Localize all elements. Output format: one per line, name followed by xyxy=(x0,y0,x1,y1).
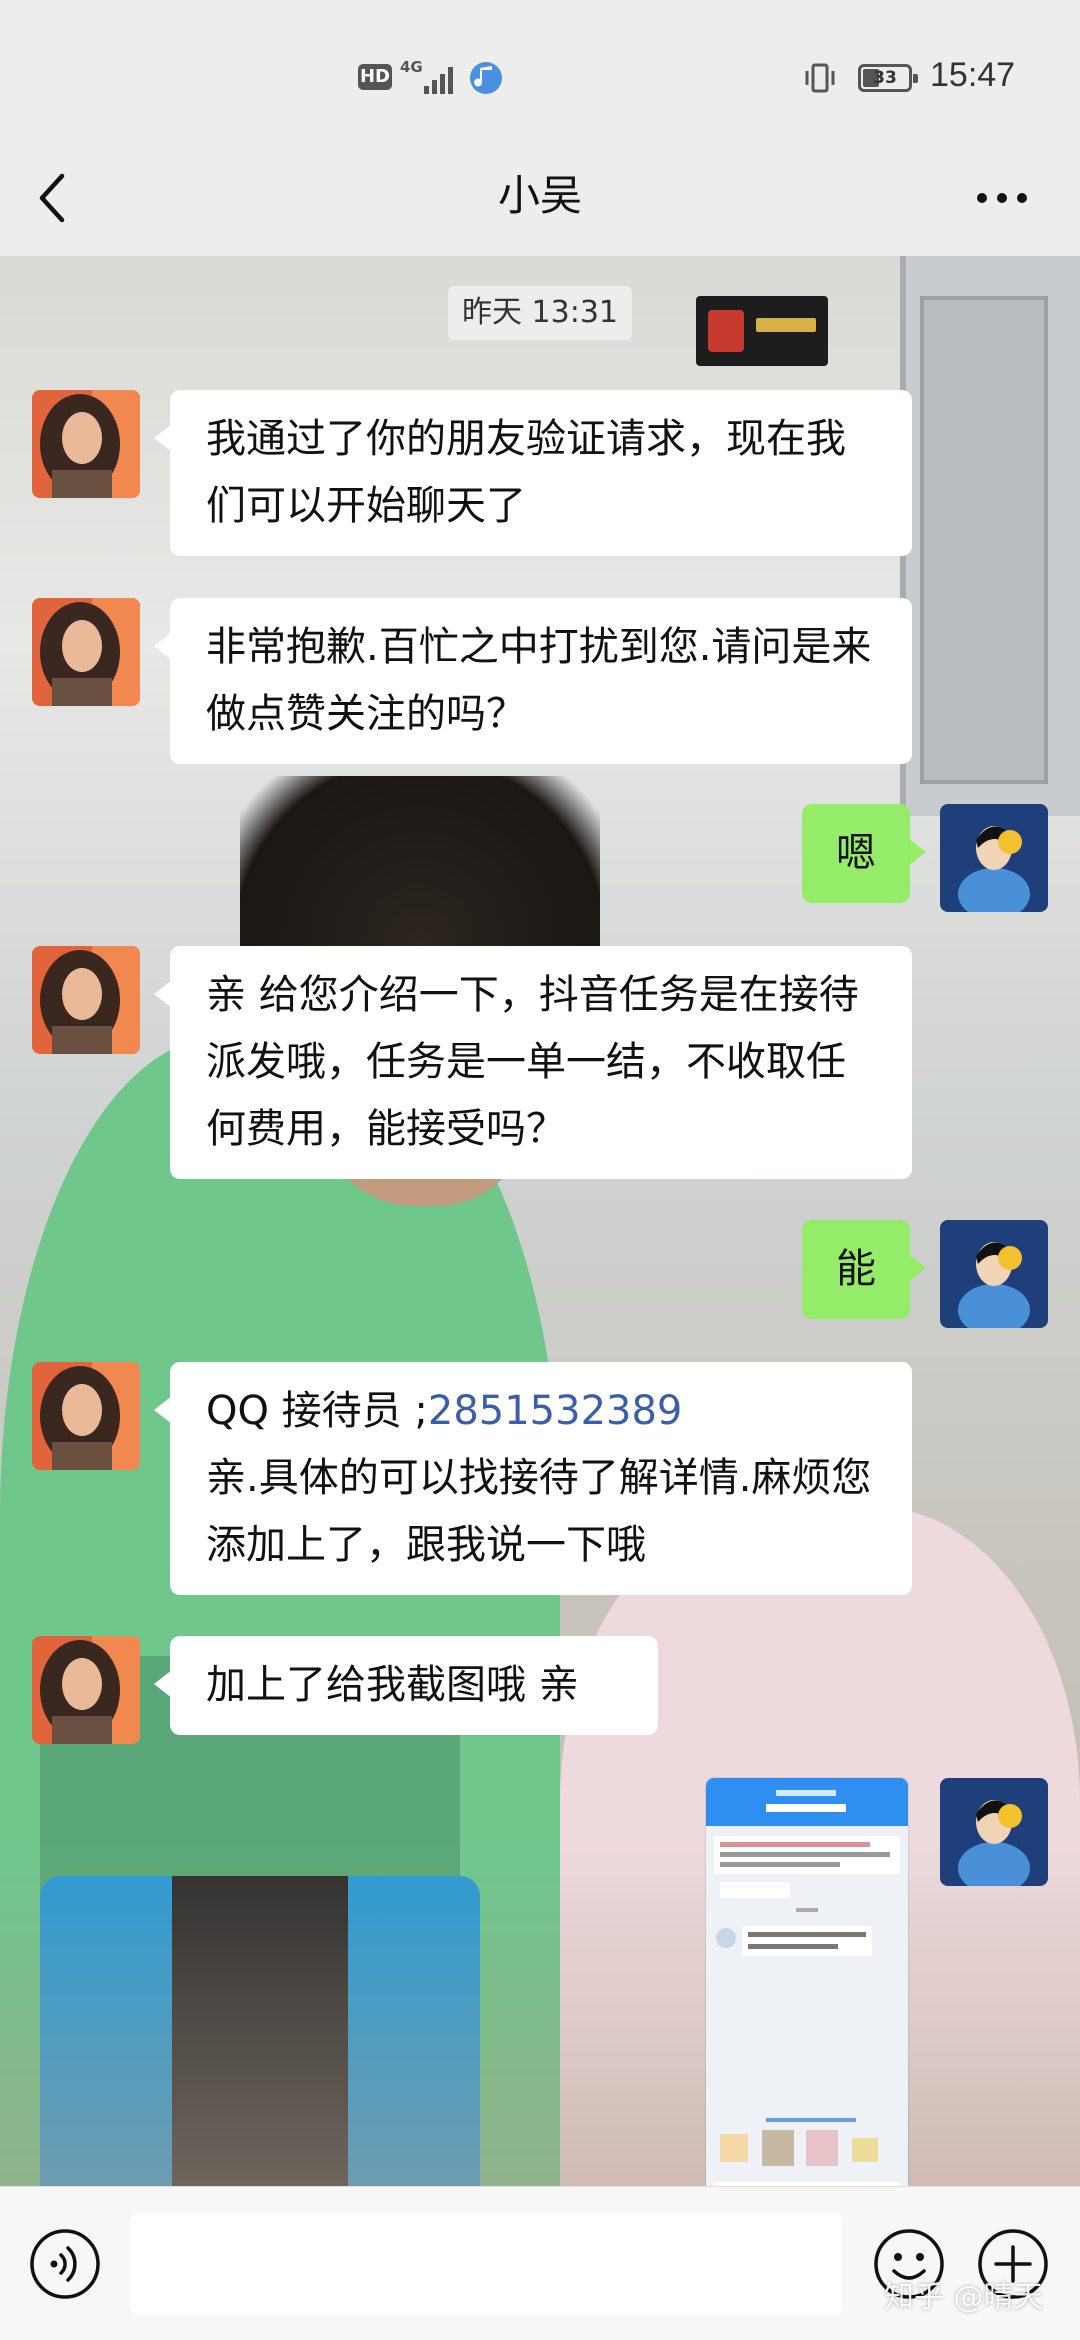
my-avatar[interactable] xyxy=(940,1778,1048,1886)
message-timestamp: 昨天 13:31 xyxy=(448,286,632,340)
message-bubble-sent[interactable]: 嗯 xyxy=(802,804,926,903)
message-bubble-received[interactable]: 加上了给我截图哦 亲 xyxy=(154,1636,658,1735)
my-avatar[interactable] xyxy=(940,1220,1048,1328)
more-dots-icon xyxy=(977,193,1027,203)
wechat-chat-screen: HD 4G 33 15:47 小吴 昨天 13:31 我通过了你的朋友验证请求，… xyxy=(0,0,1080,2340)
voice-button[interactable] xyxy=(28,2227,102,2301)
message-input[interactable] xyxy=(130,2213,842,2315)
message-bubble-received[interactable]: 非常抱歉.百忙之中打扰到您.请问是来做点赞关注的吗？ xyxy=(154,598,912,764)
message-text: 嗯 xyxy=(836,830,876,876)
hd-badge: HD xyxy=(358,64,392,90)
message-bubble-received[interactable]: 我通过了你的朋友验证请求，现在我们可以开始聊天了 xyxy=(154,390,912,556)
message-text: 加上了给我截图哦 亲 xyxy=(206,1662,579,1708)
chat-title: 小吴 xyxy=(497,171,582,220)
message-text: 亲 给您介绍一下，抖音任务是在接待派发哦，任务是一单一结，不收取任何费用，能接受… xyxy=(206,972,859,1152)
contact-avatar[interactable] xyxy=(32,946,140,1054)
input-bar xyxy=(0,2186,1080,2340)
signal-icon: 4G xyxy=(400,58,460,94)
music-app-icon xyxy=(468,60,504,96)
battery-icon: 33 xyxy=(858,64,918,92)
message-bubble-sent[interactable]: 能 xyxy=(802,1220,926,1319)
contact-avatar[interactable] xyxy=(32,598,140,706)
qq-label: QQ 接待员 ; xyxy=(206,1388,428,1434)
contact-avatar[interactable] xyxy=(32,1362,140,1470)
message-bubble-received[interactable]: 亲 给您介绍一下，抖音任务是在接待派发哦，任务是一单一结，不收取任何费用，能接受… xyxy=(154,946,912,1179)
message-text: 能 xyxy=(836,1246,876,1292)
clock: 15:47 xyxy=(930,56,1016,94)
vibrate-icon xyxy=(802,60,838,96)
qq-number-link[interactable]: 2851532389 xyxy=(428,1388,683,1434)
contact-avatar[interactable] xyxy=(32,1636,140,1744)
more-button[interactable] xyxy=(972,176,1032,220)
qq-contact-line: QQ 接待员 ;2851532389 xyxy=(206,1378,876,1445)
network-label: 4G xyxy=(400,58,423,76)
back-button[interactable] xyxy=(30,168,80,228)
background-floor xyxy=(0,1836,1080,2186)
background-restroom-sign xyxy=(696,296,828,366)
my-avatar[interactable] xyxy=(940,804,1048,912)
chat-message-list[interactable]: 昨天 13:31 我通过了你的朋友验证请求，现在我们可以开始聊天了 非常抱歉.百… xyxy=(0,256,1080,2186)
chat-header: 小吴 xyxy=(0,140,1080,256)
message-text: 我通过了你的朋友验证请求，现在我们可以开始聊天了 xyxy=(206,416,846,529)
chat-screenshot-thumbnail xyxy=(706,1778,908,2186)
background-door-glass xyxy=(920,296,1048,784)
status-bar: HD 4G 33 15:47 xyxy=(0,0,1080,140)
message-bubble-received[interactable]: QQ 接待员 ;2851532389 亲.具体的可以找接待了解详情.麻烦您添加上… xyxy=(154,1362,912,1595)
contact-avatar[interactable] xyxy=(32,390,140,498)
battery-level: 33 xyxy=(873,68,897,88)
sent-image-message[interactable] xyxy=(706,1778,908,2186)
voice-icon xyxy=(30,2229,100,2299)
chevron-left-icon xyxy=(39,173,65,223)
message-text: 亲.具体的可以找接待了解详情.麻烦您添加上了，跟我说一下哦 xyxy=(206,1455,872,1568)
watermark: 知乎 @晴天 xyxy=(884,2280,1044,2315)
message-text: 非常抱歉.百忙之中打扰到您.请问是来做点赞关注的吗？ xyxy=(206,624,872,737)
